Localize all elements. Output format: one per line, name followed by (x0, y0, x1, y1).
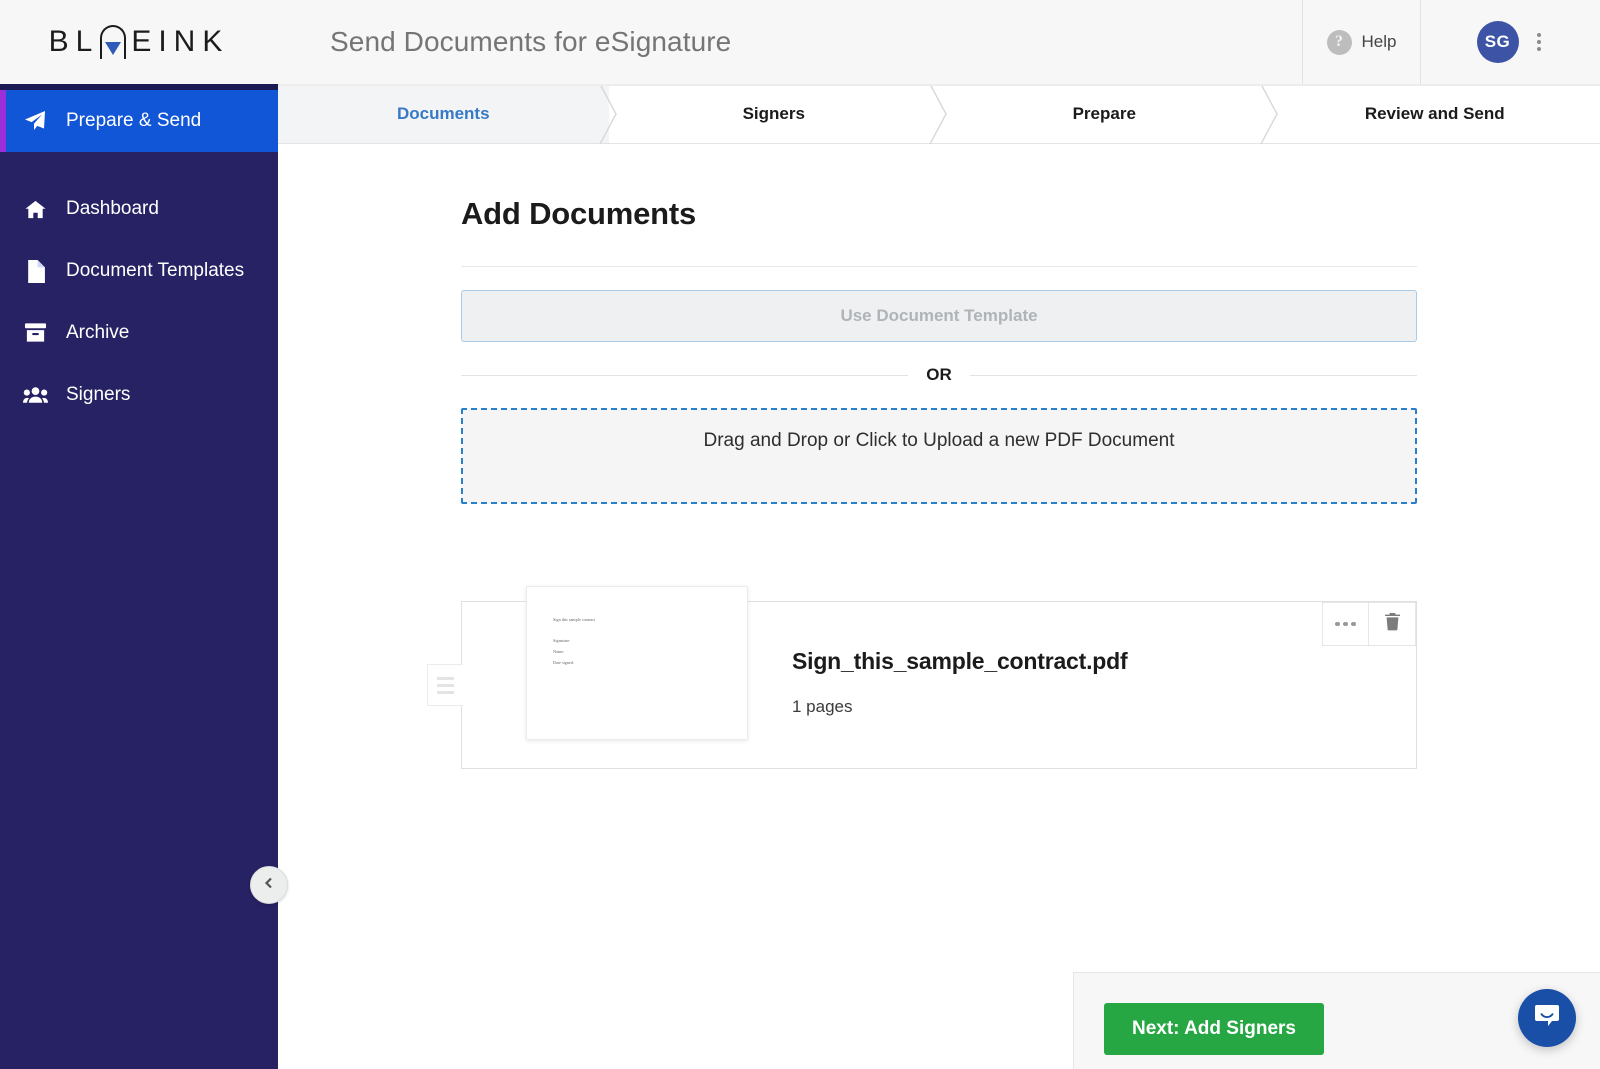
drag-handle-icon[interactable] (427, 664, 463, 706)
sidebar-item-label: Signers (66, 384, 131, 405)
tab-signers[interactable]: Signers (608, 83, 947, 144)
tab-label: Review and Send (1364, 103, 1505, 123)
tab-label: Documents (396, 103, 490, 123)
thumbnail-line: Date signed: (553, 660, 575, 665)
users-icon (22, 386, 48, 404)
use-document-template-button[interactable]: Use Document Template (461, 290, 1417, 342)
help-label: Help (1361, 32, 1397, 51)
intercom-chat-icon (1532, 1001, 1562, 1036)
use-document-template-label: Use Document Template (840, 306, 1038, 325)
sidebar-item-label: Dashboard (66, 198, 159, 219)
document-page-count: 1 pages (792, 697, 853, 716)
page-header-title: Send Documents for eSignature (330, 26, 732, 57)
tab-label: Prepare (1072, 103, 1136, 123)
chevron-left-icon (262, 876, 276, 895)
paper-plane-icon (22, 109, 48, 133)
user-menu-zone: SG (1420, 0, 1600, 84)
document-file-name: Sign_this_sample_contract.pdf (792, 648, 1128, 674)
upload-dropzone[interactable]: Drag and Drop or Click to Upload a new P… (461, 408, 1417, 504)
sidebar-item-label: Prepare & Send (66, 110, 202, 131)
steps-top-divider (278, 84, 1600, 86)
sidebar-item-signers[interactable]: Signers (0, 364, 278, 426)
tab-prepare[interactable]: Prepare (939, 83, 1278, 144)
vertical-dots-icon[interactable] (1533, 29, 1545, 55)
document-more-button[interactable] (1322, 602, 1369, 646)
sidebar-item-label: Document Templates (66, 260, 245, 281)
question-circle-icon: ? (1326, 29, 1352, 55)
title-divider (461, 266, 1417, 267)
upload-dropzone-label: Drag and Drop or Click to Upload a new P… (703, 430, 1175, 451)
chevron-right-icon (1257, 83, 1283, 144)
sidebar-collapse-button[interactable] (250, 866, 288, 904)
sidebar-item-dashboard[interactable]: Dashboard (0, 178, 278, 240)
main-content: Add Documents Use Document Template OR D… (278, 144, 1600, 1069)
brand-logo[interactable]: BL EINK (0, 0, 278, 84)
next-add-signers-button[interactable]: Next: Add Signers (1104, 1003, 1324, 1055)
logo-u-mark-icon (100, 25, 127, 59)
step-tabs: Documents Signers Prepare Review and Sen… (278, 83, 1600, 144)
or-label: OR (926, 365, 952, 384)
chevron-right-icon (596, 83, 622, 144)
thumbnail-line: Name: (553, 649, 565, 654)
tab-documents[interactable]: Documents (278, 83, 617, 144)
tab-label: Signers (742, 103, 805, 123)
app-root: BL EINK Send Documents for eSignature ? … (0, 0, 1600, 1069)
top-bar: BL EINK Send Documents for eSignature ? … (0, 0, 1600, 84)
chevron-right-icon (926, 83, 952, 144)
help-button[interactable]: ? Help (1302, 0, 1420, 84)
thumbnail-line: Signature: (553, 638, 571, 643)
thumbnail-line: Sign this sample contract (553, 617, 596, 622)
tab-review-and-send[interactable]: Review and Send (1269, 84, 1600, 143)
archive-box-icon (22, 322, 48, 344)
document-card: Sign this sample contract Signature: Nam… (427, 586, 1417, 769)
sidebar-item-prepare-send[interactable]: Prepare & Send (0, 90, 278, 152)
document-thumbnail[interactable]: Sign this sample contract Signature: Nam… (526, 586, 748, 740)
or-line-right (969, 374, 1417, 376)
next-add-signers-label: Next: Add Signers (1132, 1018, 1296, 1039)
document-meta: Sign_this_sample_contract.pdf 1 pages (792, 648, 1128, 717)
sidebar-item-label: Archive (66, 322, 130, 343)
document-delete-button[interactable] (1369, 602, 1416, 646)
sidebar: Prepare & Send Dashboard Document Templa… (0, 84, 278, 1069)
file-icon (22, 259, 48, 283)
ellipsis-icon (1335, 621, 1356, 627)
intercom-chat-launcher[interactable] (1518, 989, 1576, 1047)
content-column: Add Documents Use Document Template OR D… (427, 144, 1417, 769)
sidebar-item-archive[interactable]: Archive (0, 302, 278, 364)
trash-icon (1384, 612, 1401, 636)
logo-text-after: EINK (131, 25, 230, 58)
sidebar-item-document-templates[interactable]: Document Templates (0, 240, 278, 302)
home-icon (22, 198, 48, 221)
or-line-left (461, 374, 909, 376)
logo-wordmark: BL EINK (49, 25, 230, 59)
logo-text-before: BL (48, 25, 100, 58)
page-title: Add Documents (461, 196, 697, 231)
avatar[interactable]: SG (1476, 21, 1519, 63)
or-divider: OR (461, 365, 1417, 385)
document-card-actions (1322, 602, 1416, 646)
